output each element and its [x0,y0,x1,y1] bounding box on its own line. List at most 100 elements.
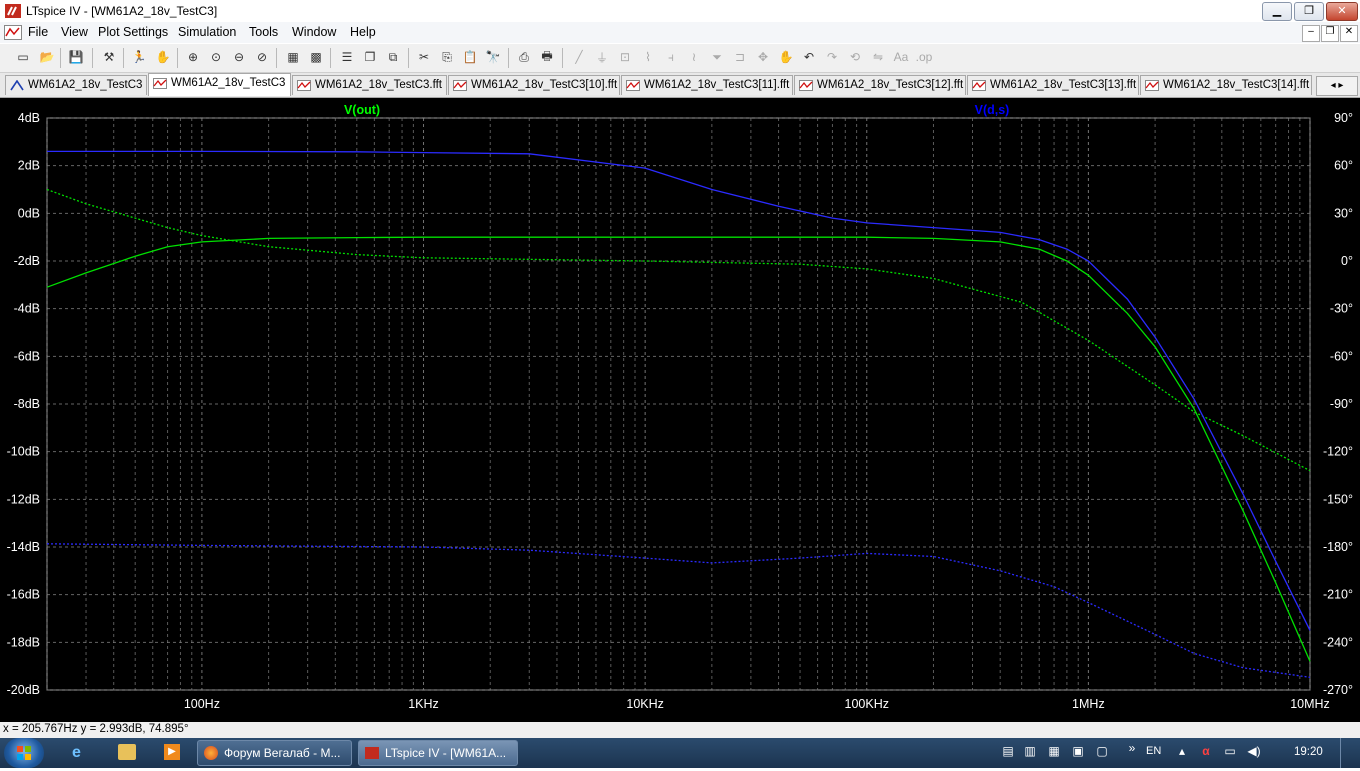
menu-file[interactable]: File [28,25,48,39]
tab-scroll-arrows[interactable]: ◂ ▸ [1316,76,1358,96]
redo-icon[interactable]: ↷ [823,48,841,66]
tab-2[interactable]: WM61A2_18v_TestC3.fft [292,75,447,95]
minimize-button[interactable]: ▁ [1262,2,1292,21]
network-status-icon[interactable]: ▭ [1222,744,1238,760]
menu-window[interactable]: Window [292,25,336,39]
mark-unref-icon[interactable]: ▩ [307,48,325,66]
drag-icon[interactable]: ✋ [777,48,795,66]
wire-icon[interactable]: ╱ [570,48,588,66]
maximize-button[interactable]: ❐ [1294,2,1324,21]
mirror-icon[interactable]: ⇋ [869,48,887,66]
y-tick-label: 4dB [18,111,40,125]
doc-restore-button[interactable]: ❐ [1321,25,1339,42]
doc-minimize-button[interactable]: – [1302,25,1320,42]
print-icon[interactable]: 🖶 [538,48,556,66]
tab-3[interactable]: WM61A2_18v_TestC3[10].fft [448,75,620,95]
tab-4[interactable]: WM61A2_18v_TestC3[11].fft [621,75,793,95]
title-bar: LTspice IV - [WM61A2_18v_TestC3] ▁ ❐ ✕ [0,0,1360,23]
monitor-tray-icon[interactable]: ▢ [1094,744,1110,760]
tab-1[interactable]: WM61A2_18v_TestC3 [148,73,291,96]
pan-icon[interactable]: ⊙ [207,48,225,66]
trace-label[interactable]: V(out) [344,103,380,117]
menu-view[interactable]: View [61,25,88,39]
chevron-icon[interactable]: » [1124,741,1140,757]
tab-6[interactable]: WM61A2_18v_TestC3[13].fft [967,75,1139,95]
toolbar-separator [177,48,178,68]
zoom-in-icon[interactable]: ⊕ [184,48,202,66]
show-hidden-icons-icon[interactable]: ▴ [1174,744,1190,760]
cascade-icon[interactable]: ❐ [361,48,379,66]
waveform-icon [297,80,311,91]
task-ltspice[interactable]: LTspice IV - [WM61A... [358,740,518,766]
resistor-icon[interactable]: ⌇ [639,48,657,66]
spice-directive-icon[interactable]: .op [915,48,933,66]
phase-trace-1 [46,188,1311,472]
plot-canvas[interactable]: 4dB 2dB 0dB -2dB -4dB -6dB -8dB -10dB -12dB -14dB… [0,98,1360,722]
y2-tick-label: -60° [1330,349,1353,363]
component-icon[interactable]: ⊐ [731,48,749,66]
internet-explorer-icon[interactable]: e [72,744,90,762]
inductor-icon[interactable]: ≀ [685,48,703,66]
y-tick-label: -14dB [7,540,40,554]
waveform-plot[interactable]: 4dB 2dB 0dB -2dB -4dB -6dB -8dB -10dB -12dB -14dB… [0,98,1360,722]
cut-icon[interactable]: ✂ [415,48,433,66]
network-tray-icon[interactable]: ▦ [1046,744,1062,760]
close-all-icon[interactable]: ⧉ [384,48,402,66]
status-bar: x = 205.767Hz y = 2.993dB, 74.895° [0,722,1360,738]
open-folder-icon[interactable]: 📂 [38,48,56,66]
menu-plot-settings[interactable]: Plot Settings [98,25,168,39]
folder-tray-icon[interactable]: ▤ [1000,744,1016,760]
autorange-icon[interactable]: ▦ [284,48,302,66]
language-indicator[interactable]: EN [1146,745,1161,757]
menu-simulation[interactable]: Simulation [178,25,236,39]
zoom-out-icon[interactable]: ⊖ [230,48,248,66]
label-net-icon[interactable]: ⊡ [616,48,634,66]
clock[interactable]: 19:20 [1294,746,1323,758]
zoom-cancel-icon[interactable]: ⊘ [253,48,271,66]
ground-icon[interactable]: ⏚ [593,48,611,66]
menu-help[interactable]: Help [350,25,376,39]
window-title: LTspice IV - [WM61A2_18v_TestC3] [26,4,218,18]
tab-7[interactable]: WM61A2_18v_TestC3[14].fft [1140,75,1312,95]
doc-close-button[interactable]: ✕ [1340,25,1358,42]
run-icon[interactable]: 🏃 [130,48,148,66]
paste-icon[interactable]: 📋 [461,48,479,66]
new-schematic-icon[interactable]: ▭ [14,48,32,66]
start-button[interactable] [4,738,44,768]
tab-5[interactable]: WM61A2_18v_TestC3[12].fft [794,75,966,95]
waveform-doc-icon [4,25,22,40]
undo-icon[interactable]: ↶ [800,48,818,66]
halt-icon[interactable]: ✋ [154,48,172,66]
tab-0[interactable]: WM61A2_18v_TestC3 [5,75,147,95]
task-firefox[interactable]: Форум Вегалаб - M... [197,740,352,766]
y2-tick-label: 30° [1334,206,1353,220]
x-tick-label: 10MHz [1290,697,1330,711]
y2-tick-label: -270° [1323,683,1353,697]
text-icon[interactable]: Aa [892,48,910,66]
file-explorer-icon[interactable] [118,744,136,760]
alpha-tray-icon[interactable]: α [1198,744,1214,760]
volume-icon[interactable]: ◀) [1246,744,1262,760]
x-tick-label: 1KHz [408,697,439,711]
show-desktop-button[interactable] [1340,738,1359,768]
rotate-icon[interactable]: ⟲ [846,48,864,66]
trace-label[interactable]: V(d,s) [975,103,1010,117]
copy-icon[interactable]: ⎘ [438,48,456,66]
notes-tray-icon[interactable]: ▥ [1022,744,1038,760]
toolbar-separator [60,48,61,68]
save-icon[interactable]: 💾 [67,48,85,66]
menu-tools[interactable]: Tools [249,25,278,39]
task-label: LTspice IV - [WM61A... [385,746,507,760]
control-panel-icon[interactable]: ⚒ [100,48,118,66]
display-tray-icon[interactable]: ▣ [1070,744,1086,760]
media-player-icon[interactable]: ▶ [164,744,180,760]
capacitor-icon[interactable]: ⫞ [662,48,680,66]
find-icon[interactable]: 🔭 [484,48,502,66]
y-tick-label: -4dB [14,302,40,316]
tile-horizontal-icon[interactable]: ☰ [338,48,356,66]
tab-label: WM61A2_18v_TestC3[14].fft [1163,79,1310,91]
move-icon[interactable]: ✥ [754,48,772,66]
print-setup-icon[interactable]: ⎙ [515,48,533,66]
close-button[interactable]: ✕ [1326,2,1358,21]
diode-icon[interactable]: ⏷ [708,48,726,66]
